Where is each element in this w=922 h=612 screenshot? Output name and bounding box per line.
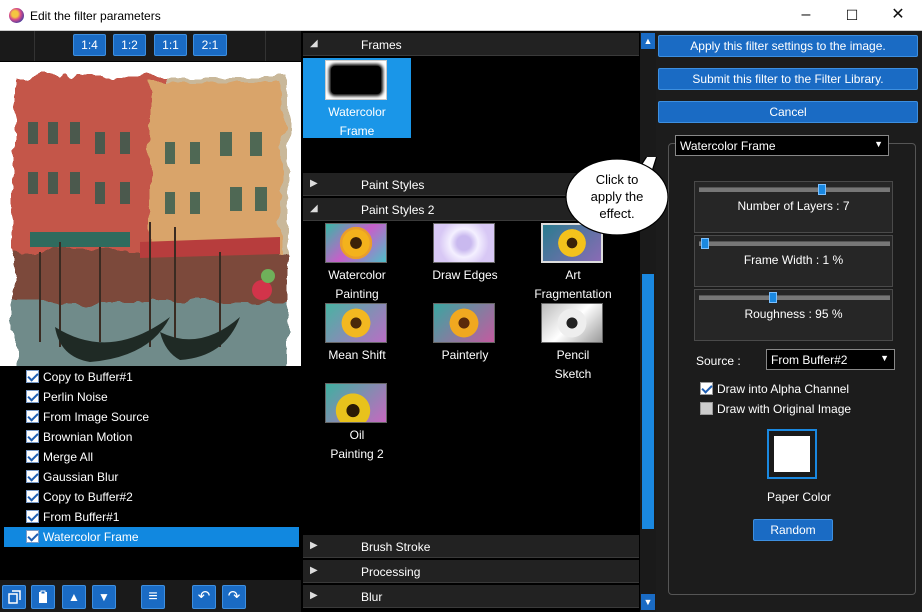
paper-color-label: Paper Color xyxy=(766,490,832,504)
filter-item-watercolor-frame[interactable]: Watercolor Frame xyxy=(303,58,411,138)
maximize-button[interactable]: ☐ xyxy=(829,0,875,31)
minimize-button[interactable]: – xyxy=(783,0,829,31)
filter-item-painterly[interactable]: Painterly xyxy=(411,301,519,381)
list-item[interactable]: Copy to Buffer#1 xyxy=(4,367,299,387)
layer-checkbox[interactable] xyxy=(26,530,39,543)
zoom-1-2-button[interactable]: 1:2 xyxy=(113,34,146,56)
clipboard-icon[interactable] xyxy=(31,585,55,609)
alpha-channel-checkbox[interactable] xyxy=(700,382,713,395)
paper-color-fill xyxy=(774,436,810,472)
collapsed-icon: ▶ xyxy=(310,565,318,576)
move-down-button[interactable]: ▼ xyxy=(92,585,116,609)
filter-thumbnail xyxy=(325,383,387,423)
redo-icon[interactable]: ↷ xyxy=(222,585,246,609)
random-button[interactable]: Random xyxy=(753,519,833,541)
filter-thumbnail xyxy=(325,223,387,263)
filter-thumbnail xyxy=(325,60,387,100)
list-item[interactable]: Merge All xyxy=(4,447,299,467)
original-image-label: Draw with Original Image xyxy=(717,402,852,416)
slider-thumb[interactable] xyxy=(768,292,777,303)
zoom-toolbar: 1:4 1:2 1:1 2:1 xyxy=(0,31,301,61)
slider-thumb[interactable] xyxy=(700,238,709,249)
alpha-channel-label: Draw into Alpha Channel xyxy=(717,382,850,396)
apply-button[interactable]: Apply this filter settings to the image. xyxy=(658,35,918,57)
filter-item-draw-edges[interactable]: Draw Edges xyxy=(411,221,519,301)
list-item[interactable]: From Image Source xyxy=(4,407,299,427)
zoom-1-4-button[interactable]: 1:4 xyxy=(73,34,106,56)
gallery-scrollbar[interactable]: ▲ ▼ xyxy=(640,31,656,612)
layer-checkbox[interactable] xyxy=(26,470,39,483)
filter-item-mean-shift[interactable]: Mean Shift xyxy=(303,301,411,381)
callout-line-3: effect. xyxy=(599,206,635,221)
undo-icon[interactable]: ↶ xyxy=(192,585,216,609)
layer-checkbox[interactable] xyxy=(26,490,39,503)
list-item[interactable]: From Buffer#1 xyxy=(4,507,299,527)
callout-line-1: Click to xyxy=(595,172,639,187)
expanded-icon: ◢ xyxy=(310,38,318,49)
roughness-slider[interactable]: Roughness : 95 % xyxy=(694,289,893,341)
list-item[interactable]: Perlin Noise xyxy=(4,387,299,407)
layer-toolbar: ▲ ▼ ≡ ↶ ↷ xyxy=(0,580,301,612)
filter-item-oil-painting-2[interactable]: Oil Painting 2 xyxy=(303,381,411,461)
list-item[interactable]: Brownian Motion xyxy=(4,427,299,447)
filter-item-watercolor-painting[interactable]: Watercolor Painting xyxy=(303,221,411,301)
collapsed-icon: ▶ xyxy=(310,590,318,601)
frame-width-slider[interactable]: Frame Width : 1 % xyxy=(694,235,893,287)
filter-select-dropdown[interactable]: Watercolor Frame ▼ xyxy=(675,135,889,156)
paper-color-swatch[interactable] xyxy=(767,429,817,479)
chevron-down-icon: ▼ xyxy=(880,353,889,363)
category-brush-stroke[interactable]: ▶ Brush Stroke xyxy=(303,535,639,558)
zoom-1-1-button[interactable]: 1:1 xyxy=(154,34,187,56)
window-title: Edit the filter parameters xyxy=(30,9,161,23)
title-bar: Edit the filter parameters – ☐ ✕ xyxy=(0,0,922,31)
slider-thumb[interactable] xyxy=(817,184,826,195)
callout-tooltip: Click to apply the effect. xyxy=(563,157,671,237)
app-icon xyxy=(9,8,24,23)
filter-gallery: ◢ Frames Watercolor Frame ▶ Paint Styles … xyxy=(301,31,656,612)
expanded-icon: ◢ xyxy=(310,203,318,214)
filter-layer-list: Copy to Buffer#1 Perlin Noise From Image… xyxy=(0,366,301,581)
scrollbar-thumb[interactable] xyxy=(642,274,654,529)
cancel-button[interactable]: Cancel xyxy=(658,101,918,123)
move-up-button[interactable]: ▲ xyxy=(62,585,86,609)
new-layer-icon[interactable] xyxy=(2,585,26,609)
scroll-up-icon[interactable]: ▲ xyxy=(641,33,655,49)
collapsed-icon: ▶ xyxy=(310,540,318,551)
filter-thumbnail xyxy=(433,303,495,343)
filter-item-pencil-sketch[interactable]: Pencil Sketch xyxy=(519,301,627,381)
list-item-selected[interactable]: Watercolor Frame xyxy=(4,527,299,547)
layer-checkbox[interactable] xyxy=(26,430,39,443)
number-of-layers-slider[interactable]: Number of Layers : 7 xyxy=(694,181,893,233)
layer-checkbox[interactable] xyxy=(26,510,39,523)
list-item[interactable]: Copy to Buffer#2 xyxy=(4,487,299,507)
category-blur[interactable]: ▶ Blur xyxy=(303,585,639,608)
filter-thumbnail xyxy=(325,303,387,343)
chevron-down-icon: ▼ xyxy=(874,139,883,149)
filter-editor-window: Edit the filter parameters – ☐ ✕ 1:4 1:2… xyxy=(0,0,922,612)
source-dropdown[interactable]: From Buffer#2 ▼ xyxy=(766,349,895,370)
source-label: Source : xyxy=(696,354,741,368)
settings-panel: Apply this filter settings to the image.… xyxy=(656,31,922,612)
callout-line-2: apply the xyxy=(590,189,644,204)
scroll-down-icon[interactable]: ▼ xyxy=(641,594,655,610)
layer-checkbox[interactable] xyxy=(26,410,39,423)
image-preview[interactable] xyxy=(0,62,301,392)
category-processing[interactable]: ▶ Processing xyxy=(303,560,639,583)
collapsed-icon: ▶ xyxy=(310,178,318,189)
filter-thumbnail xyxy=(433,223,495,263)
layer-checkbox[interactable] xyxy=(26,450,39,463)
submit-to-library-button[interactable]: Submit this filter to the Filter Library… xyxy=(658,68,918,90)
preview-panel: 1:4 1:2 1:1 2:1 Copy to Buffer#1 Perlin … xyxy=(0,31,301,612)
list-item[interactable]: Gaussian Blur xyxy=(4,467,299,487)
category-frames[interactable]: ◢ Frames xyxy=(303,33,639,56)
layer-checkbox[interactable] xyxy=(26,390,39,403)
close-button[interactable]: ✕ xyxy=(875,0,921,31)
filter-thumbnail xyxy=(541,303,603,343)
original-image-checkbox[interactable] xyxy=(700,402,713,415)
menu-icon[interactable]: ≡ xyxy=(141,585,165,609)
layer-checkbox[interactable] xyxy=(26,370,39,383)
zoom-2-1-button[interactable]: 2:1 xyxy=(193,34,227,56)
watercolor-preview-image xyxy=(0,62,301,392)
